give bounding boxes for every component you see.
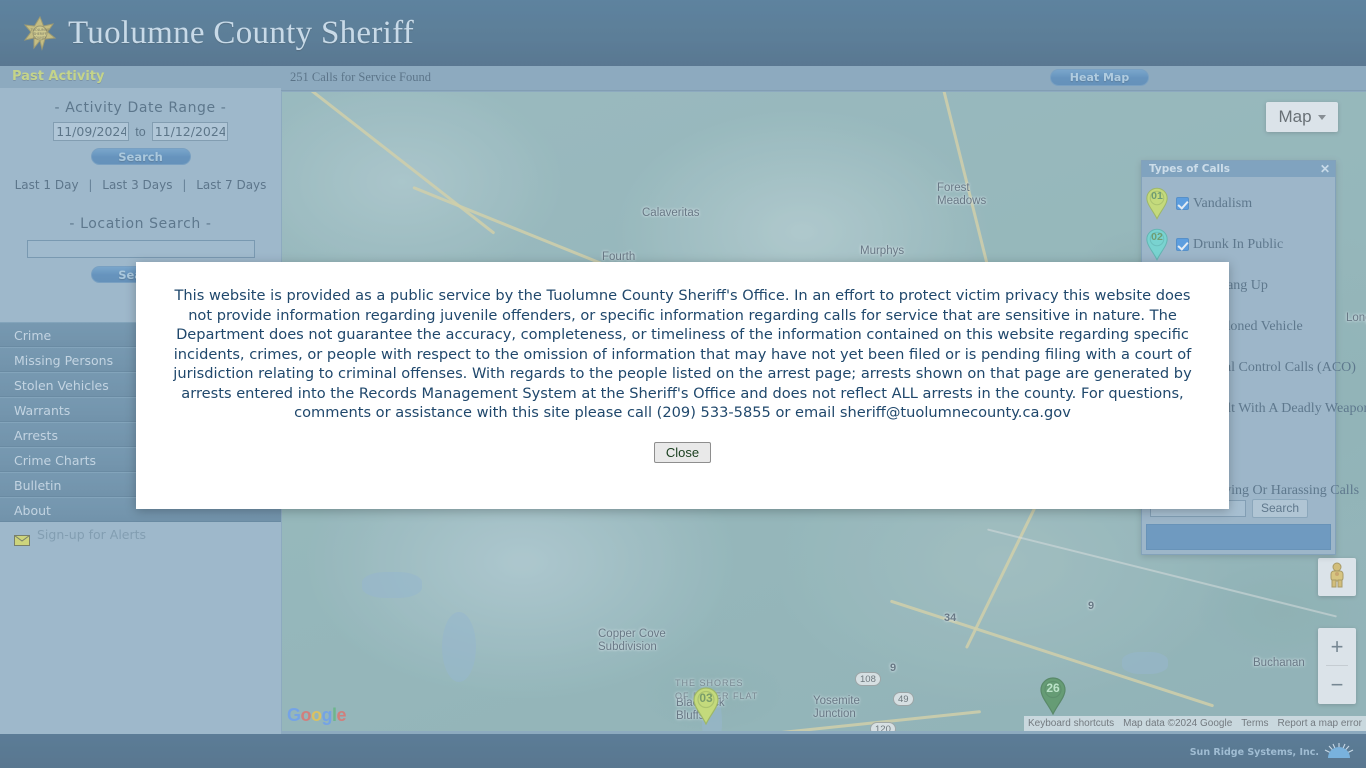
application-window: TUOLUMNE SHERIFF COUNTY Tuolumne County …	[0, 0, 1366, 768]
close-button[interactable]: Close	[653, 441, 712, 463]
disclaimer-modal: This website is provided as a public ser…	[136, 262, 1229, 509]
disclaimer-text: This website is provided as a public ser…	[173, 287, 1192, 421]
